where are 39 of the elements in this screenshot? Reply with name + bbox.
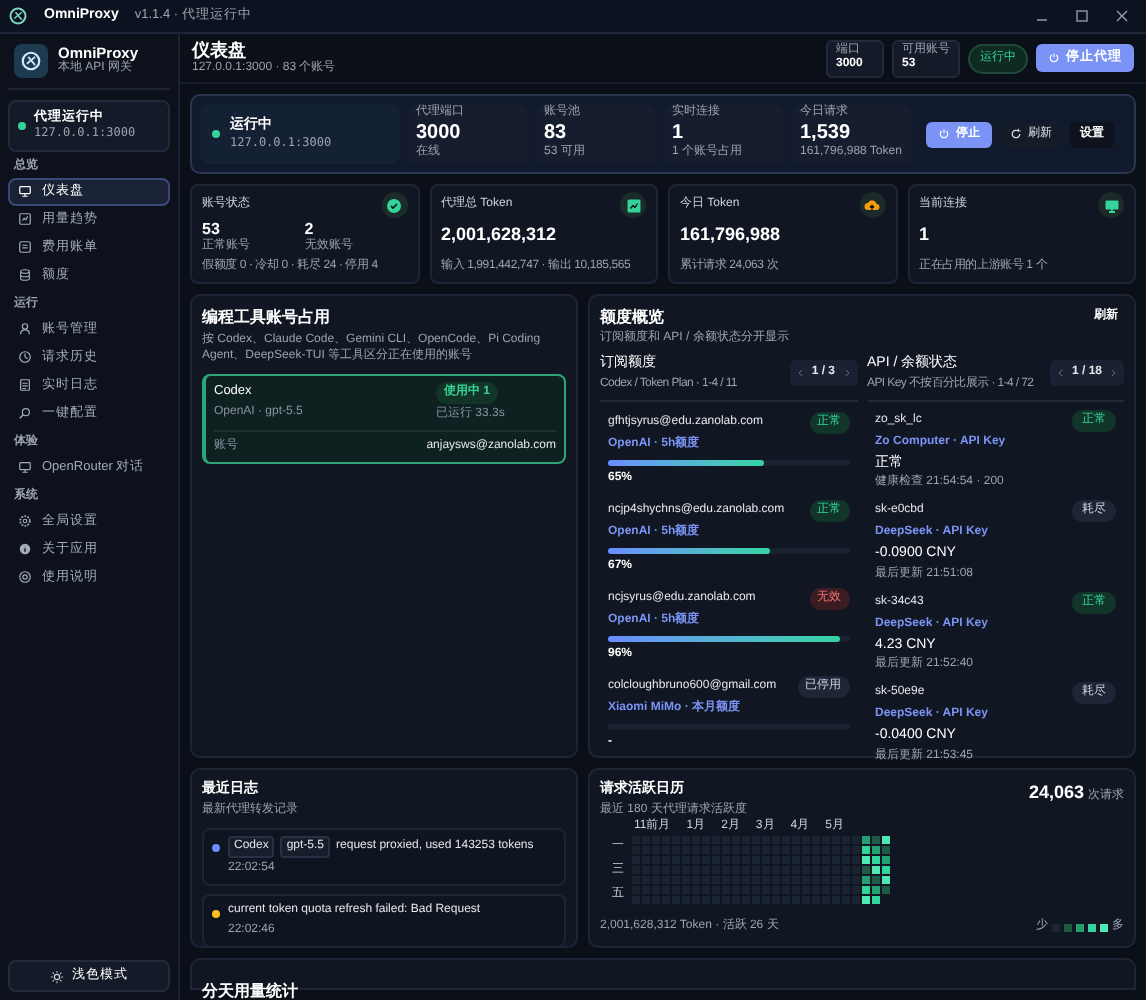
clock-icon xyxy=(18,350,32,365)
count-value: 53 xyxy=(202,220,222,238)
chevron-right-icon[interactable] xyxy=(841,368,851,379)
monitor-icon xyxy=(18,184,32,199)
sun-icon xyxy=(50,969,64,983)
legend-scale-drawing xyxy=(1052,923,1108,931)
database-icon xyxy=(18,268,32,283)
logo-icon xyxy=(8,6,28,26)
chevron-right-icon[interactable] xyxy=(1108,368,1118,379)
settings-icon xyxy=(18,514,32,529)
chevron-left-icon[interactable] xyxy=(1055,368,1066,379)
chart-icon xyxy=(18,212,32,227)
refresh-icon xyxy=(1010,128,1022,140)
stat-value: 3000 xyxy=(416,121,463,144)
logo-icon xyxy=(20,50,42,72)
card-value: 2,001,628,312 xyxy=(441,224,559,247)
maximize-icon[interactable] xyxy=(1074,8,1090,24)
power-icon xyxy=(938,128,950,140)
document-icon xyxy=(18,378,32,393)
power-icon xyxy=(1048,52,1060,64)
ring-icon xyxy=(18,570,32,585)
card-value: 1 xyxy=(919,224,932,247)
info-icon xyxy=(18,542,32,557)
page-title: 仪表盘 xyxy=(192,39,248,61)
user-icon xyxy=(18,322,32,337)
count-value: 2 xyxy=(304,220,316,238)
total-requests: 24,063 xyxy=(1028,780,1084,806)
chevron-left-icon[interactable] xyxy=(795,368,806,379)
panel-title: 分天用量统计 xyxy=(202,982,298,1000)
stat-value: 1,539 xyxy=(800,121,853,145)
stat-value: 1 xyxy=(672,121,686,144)
card-value: 161,796,988 xyxy=(680,224,783,247)
panel-title: 额度概览 xyxy=(600,306,666,330)
monitor-icon xyxy=(18,460,32,475)
stat-value: 83 xyxy=(544,121,569,145)
close-icon[interactable] xyxy=(1114,8,1130,24)
receipt-icon xyxy=(18,240,32,255)
search-icon xyxy=(18,406,32,421)
panel-title: 编程工具账号占用 xyxy=(202,306,332,330)
